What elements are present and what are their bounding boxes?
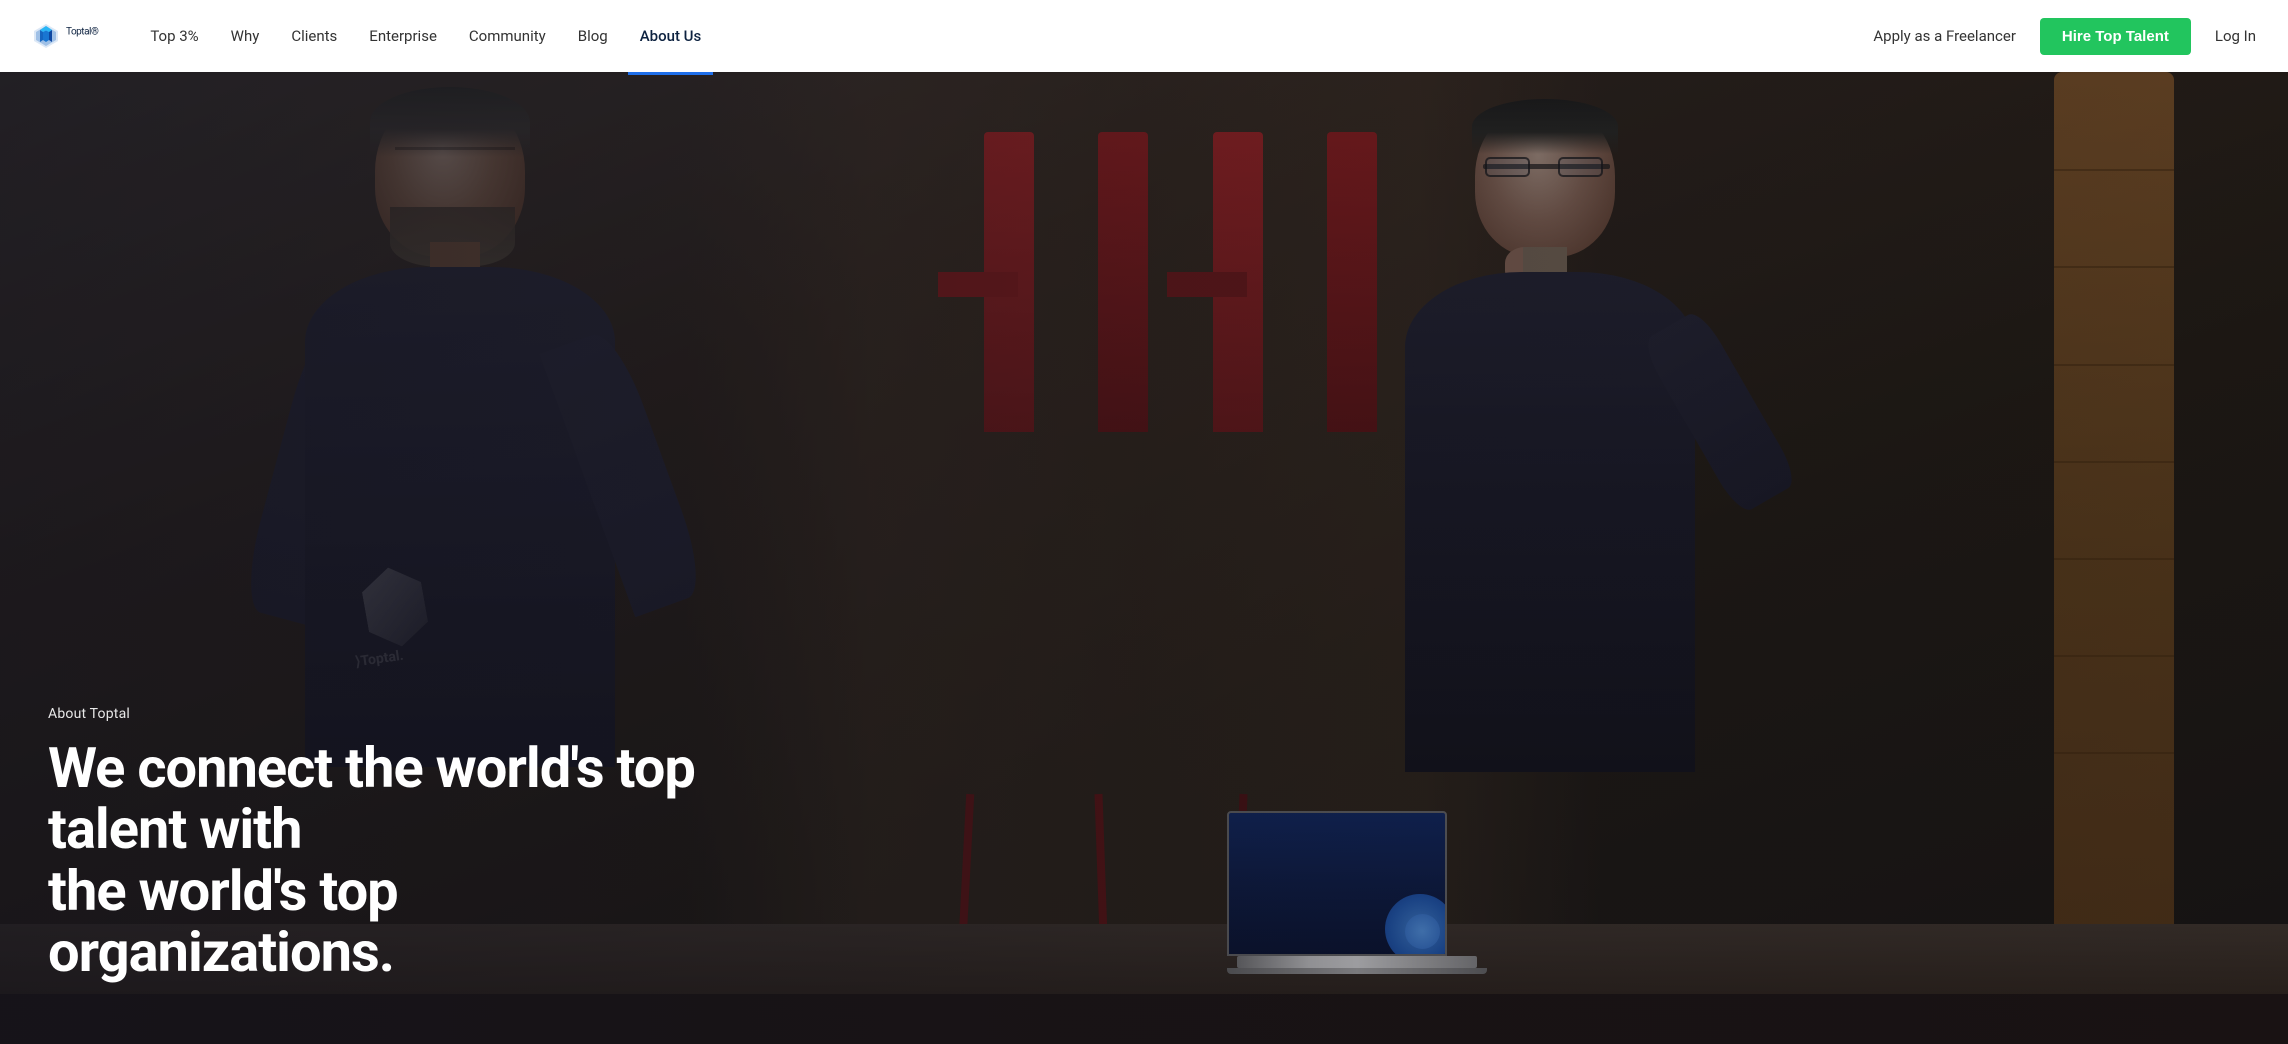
- navbar: Toptal® Top 3% Why Clients Enterprise Co…: [0, 0, 2288, 72]
- nav-why[interactable]: Why: [219, 21, 272, 51]
- nav-community[interactable]: Community: [457, 21, 558, 51]
- nav-blog[interactable]: Blog: [566, 21, 620, 51]
- hero-content: About Toptal We connect the world's top …: [48, 706, 748, 984]
- hero-section: ⟩Toptal.: [0, 72, 2288, 1044]
- hero-title-line2: the world's top organizations.: [48, 858, 398, 986]
- apply-freelancer-link[interactable]: Apply as a Freelancer: [1873, 27, 2016, 45]
- navbar-right: Apply as a Freelancer Hire Top Talent Lo…: [1873, 18, 2256, 55]
- hero-title: We connect the world's top talent with t…: [48, 738, 748, 984]
- hero-title-line1: We connect the world's top talent with: [48, 735, 695, 863]
- nav-about[interactable]: About Us: [628, 21, 714, 51]
- toptal-logo[interactable]: Toptal®: [32, 22, 98, 50]
- nav-links: Top 3% Why Clients Enterprise Community …: [138, 21, 1873, 51]
- nav-enterprise[interactable]: Enterprise: [357, 21, 449, 51]
- nav-clients[interactable]: Clients: [279, 21, 349, 51]
- toptal-logo-icon: [32, 22, 60, 50]
- hire-talent-button[interactable]: Hire Top Talent: [2040, 18, 2191, 55]
- nav-top3[interactable]: Top 3%: [138, 21, 210, 51]
- hero-label: About Toptal: [48, 706, 748, 722]
- logo-text: Toptal®: [66, 24, 98, 49]
- login-link[interactable]: Log In: [2215, 27, 2256, 45]
